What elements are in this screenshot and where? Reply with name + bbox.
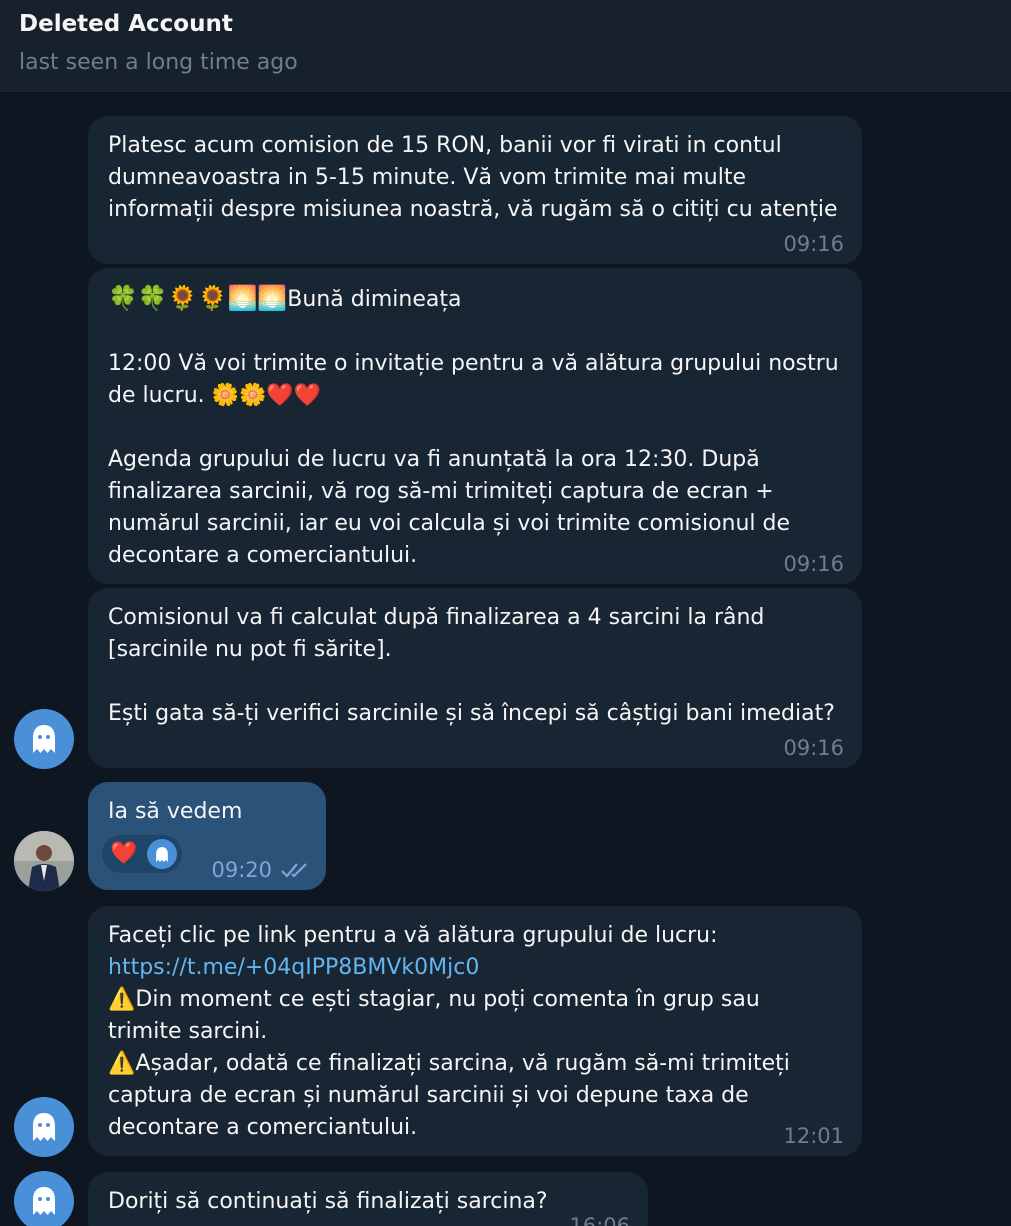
- message-text: Ia să vedem: [108, 799, 243, 824]
- emoji-row: 🍀🍀🌻🌻🌅🌅: [108, 284, 288, 312]
- message-bubble[interactable]: Platesc acum comision de 15 RON, banii v…: [88, 116, 862, 264]
- reaction-badge[interactable]: ❤️: [102, 835, 182, 873]
- message-text: Faceți clic pe link pentru a vă alătura …: [108, 923, 718, 948]
- ghost-icon: [33, 725, 55, 753]
- message-text: Platesc acum comision de 15 RON, banii v…: [108, 133, 838, 222]
- chat-header[interactable]: Deleted Account last seen a long time ag…: [0, 0, 1011, 93]
- message-time: 09:16: [783, 552, 844, 576]
- message-bubble[interactable]: Faceți clic pe link pentru a vă alătura …: [88, 906, 862, 1156]
- message-text: Doriți să continuați să finalizați sarci…: [108, 1189, 548, 1214]
- message-time: 09:16: [783, 736, 844, 760]
- greeting-text: Bună dimineața: [287, 287, 462, 312]
- message-time: 16:06: [569, 1214, 630, 1226]
- ghost-icon: [147, 839, 178, 869]
- chat-status: last seen a long time ago: [19, 50, 298, 75]
- message-paragraph: Comisionul va fi calculat după finalizar…: [108, 605, 765, 662]
- message-time: 09:20: [211, 858, 272, 882]
- user-avatar[interactable]: [14, 831, 74, 891]
- ghost-icon[interactable]: [14, 709, 74, 769]
- message-bubble[interactable]: Doriți să continuați să finalizați sarci…: [88, 1172, 648, 1226]
- double-check-icon: [281, 863, 307, 878]
- ghost-icon: [33, 1187, 55, 1215]
- heart-reaction-icon: ❤️: [110, 841, 138, 866]
- message-paragraph: 12:00 Vă voi trimite o invitație pentru …: [108, 351, 839, 408]
- message-time: 09:16: [783, 232, 844, 256]
- warning-text: ⚠️Din moment ce ești stagiar, nu poți co…: [108, 987, 760, 1044]
- message-time: 12:01: [783, 1124, 844, 1148]
- user-photo: [14, 831, 74, 891]
- message-bubble[interactable]: 🍀🍀🌻🌻🌅🌅Bună dimineața 12:00 Vă voi trimit…: [88, 268, 862, 584]
- warning-text: ⚠️Așadar, odată ce finalizați sarcina, v…: [108, 1051, 790, 1140]
- message-list[interactable]: Platesc acum comision de 15 RON, banii v…: [0, 93, 1011, 1226]
- ghost-icon: [33, 1113, 55, 1141]
- invite-link[interactable]: https://t.me/+04qIPP8BMVk0Mjc0: [108, 952, 842, 984]
- ghost-icon[interactable]: [14, 1171, 74, 1226]
- message-paragraph: Agenda grupului de lucru va fi anunțată …: [108, 447, 791, 568]
- chat-window: Deleted Account last seen a long time ag…: [0, 0, 1011, 1226]
- chat-title[interactable]: Deleted Account: [19, 11, 233, 37]
- message-paragraph: Ești gata să-ți verifici sarcinile și să…: [108, 701, 835, 726]
- message-text: 🍀🍀🌻🌻🌅🌅Bună dimineața: [108, 282, 842, 316]
- ghost-icon[interactable]: [14, 1097, 74, 1157]
- message-bubble[interactable]: Comisionul va fi calculat după finalizar…: [88, 588, 862, 768]
